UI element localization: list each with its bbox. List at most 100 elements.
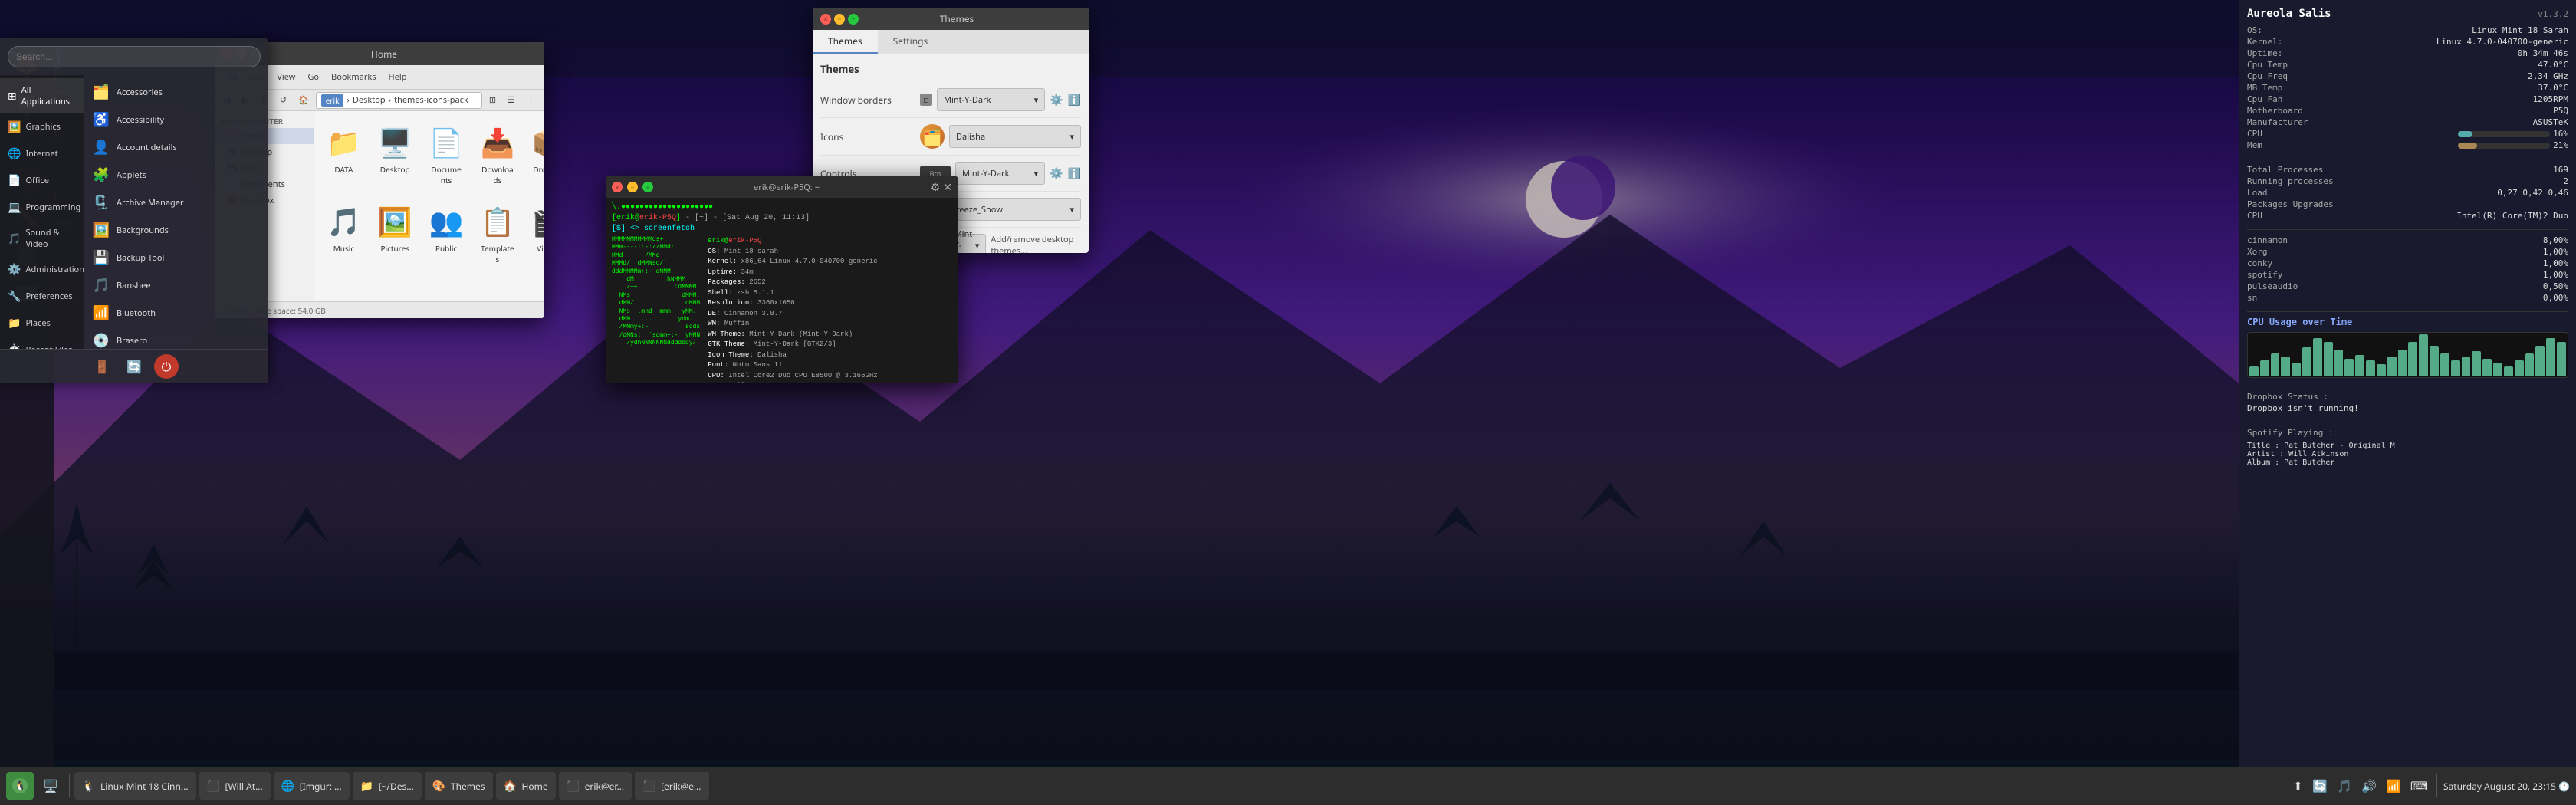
sysinfo-title: Aureola Salis v1.3.2 (2247, 8, 2568, 20)
taskbar-win-desktop[interactable]: 📁 [~/Des... (353, 772, 422, 800)
file-icon: 📥 (480, 123, 514, 161)
erik2-window-icon: ⬛ (642, 779, 656, 793)
app-banshee[interactable]: 🎵 Banshee (84, 271, 268, 299)
tray-icon-keyboard[interactable]: ⌨ (2408, 776, 2430, 796)
programming-label: Programming (25, 202, 80, 213)
terminal-body[interactable]: ╲.●●●●●●●●●●●●●●●●●●●● [erik@erik-P5Q] -… (606, 198, 958, 383)
fm-file-desktop[interactable]: 🖥️Desktop (373, 119, 417, 190)
tab-settings[interactable]: Settings (878, 30, 944, 54)
fm-file-data[interactable]: 📁DATA (322, 119, 366, 190)
terminal-settings-icon[interactable]: ⚙ (931, 180, 941, 195)
app-menu: ⊞ All Applications 🖼️ Graphics 🌐 Interne… (0, 38, 268, 383)
category-office[interactable]: 📄 Office (0, 167, 84, 194)
themes-minimize[interactable]: − (834, 14, 845, 25)
fm-more[interactable]: ⋮ (522, 91, 540, 110)
all-apps-icon: ⊞ (8, 89, 17, 104)
fm-file-public[interactable]: 👥Public (425, 198, 468, 269)
terminal-close[interactable]: ✕ (612, 182, 623, 192)
power-button[interactable]: ⏻ (154, 354, 179, 379)
will-window-icon: ⬛ (207, 779, 221, 793)
category-preferences[interactable]: 🔧 Preferences (0, 283, 84, 310)
chevron-icon: ▾ (1070, 131, 1074, 143)
cpu-label-key: CPU (2247, 129, 2262, 139)
file-icon: 🖼️ (378, 202, 412, 240)
mouse-selector[interactable]: Breeze_Snow ▾ (944, 198, 1081, 221)
taskbar-win-home[interactable]: 🏠 Home (496, 772, 556, 800)
taskbar-win-mint[interactable]: 🐧 Linux Mint 18 Cinn... (74, 772, 196, 800)
themes-maximize[interactable]: + (848, 14, 859, 25)
fm-view-list[interactable]: ☰ (503, 91, 520, 110)
spotify-section: Spotify Playing : Title : Pat Butcher - … (2247, 422, 2568, 467)
app-backgrounds[interactable]: 🖼️ Backgrounds (84, 216, 268, 244)
taskbar-win-imgur[interactable]: 🌐 [Imgur: ... (274, 772, 350, 800)
taskbar-win-will[interactable]: ⬛ [Will At... (199, 772, 271, 800)
fm-file-videos[interactable]: 🎬Videos (527, 198, 544, 269)
logout-button[interactable]: 🚪 (90, 354, 114, 379)
file-name: Downloads (480, 164, 514, 186)
prefs-label: Preferences (25, 291, 72, 302)
terminal-minimize[interactable]: − (627, 182, 638, 192)
app-account[interactable]: 👤 Account details (84, 133, 268, 161)
window-borders-selector[interactable]: Mint-Y-Dark ▾ (937, 88, 1045, 111)
add-remove-desktop-themes[interactable]: Add/remove desktop themes... (991, 234, 1081, 253)
terminal-maximize[interactable]: + (642, 182, 653, 192)
window-borders-gear-icon[interactable]: ⚙️ (1050, 93, 1063, 107)
tray-icon-volume[interactable]: 🔊 (2359, 776, 2379, 796)
cpu-chart-bar (2462, 356, 2471, 376)
fm-refresh[interactable]: ↺ (275, 91, 291, 110)
category-admin[interactable]: ⚙️ Administration (0, 256, 84, 283)
category-recent[interactable]: ⏱️ Recent Files (0, 337, 84, 349)
tray-icon-music[interactable]: 🎵 (2334, 776, 2354, 796)
controls-info-icon[interactable]: ℹ️ (1068, 166, 1081, 181)
app-backup[interactable]: 💾 Backup Tool (84, 244, 268, 271)
themes-close[interactable]: ✕ (820, 14, 831, 25)
app-menu-search-input[interactable] (8, 46, 261, 67)
taskbar-mint-menu[interactable]: 🐧 (6, 772, 34, 800)
programming-icon: 💻 (8, 200, 21, 215)
fm-view-icons[interactable]: ⊞ (485, 91, 501, 110)
controls-gear-icon[interactable]: ⚙️ (1050, 166, 1063, 181)
taskbar-win-erik2[interactable]: ⬛ [erik@e... (635, 772, 708, 800)
category-sound-video[interactable]: 🎵 Sound & Video (0, 221, 84, 256)
sysinfo-row-mbtemp: MB Temp37.0°C (2247, 82, 2568, 94)
tray-icon-up[interactable]: ⬆ (2291, 776, 2305, 796)
taskbar-win-themes[interactable]: 🎨 Themes (425, 772, 493, 800)
fm-menu-help[interactable]: Help (384, 68, 412, 87)
terminal-close-btn-icon[interactable]: ✕ (943, 180, 952, 195)
app-bluetooth[interactable]: 📶 Bluetooth (84, 299, 268, 327)
fm-file-dropbox[interactable]: 📦Dropbox (527, 119, 544, 190)
category-places[interactable]: 📁 Places (0, 310, 84, 337)
taskbar-win-erik1[interactable]: ⬛ erik@er... (559, 772, 632, 800)
fm-address-bar[interactable]: erik › Desktop › themes-icons-pack (316, 92, 482, 109)
taskbar-show-desktop[interactable]: 🖥️ (37, 772, 64, 800)
fm-file-downloads[interactable]: 📥 Downloads (475, 119, 519, 190)
restart-button[interactable]: 🔄 (122, 354, 146, 379)
fm-menu-bookmarks[interactable]: Bookmarks (327, 68, 380, 87)
fm-file-templates[interactable]: 📋Templates (475, 198, 519, 269)
fm-home[interactable]: 🏠 (294, 91, 314, 110)
category-internet[interactable]: 🌐 Internet (0, 140, 84, 167)
themes-titlebar: ✕ − + Themes (813, 8, 1089, 30)
category-programming[interactable]: 💻 Programming (0, 194, 84, 221)
app-archive-manager[interactable]: 🗜️ Archive Manager (84, 189, 268, 216)
fm-file-pictures[interactable]: 🖼️Pictures (373, 198, 417, 269)
controls-selector[interactable]: Mint-Y-Dark ▾ (955, 162, 1045, 185)
category-graphics[interactable]: 🖼️ Graphics (0, 113, 84, 140)
app-accessibility[interactable]: ♿ Accessibility (84, 106, 268, 133)
app-accessories[interactable]: 🗂️ Accessories (84, 78, 268, 106)
category-all-applications[interactable]: ⊞ All Applications (0, 78, 84, 113)
fm-file-documents[interactable]: 📄Documents (425, 119, 468, 190)
fm-file-music[interactable]: 🎵Music (322, 198, 366, 269)
tab-themes[interactable]: Themes (813, 30, 878, 54)
cpu-proc-spotify: spotify1,00% (2247, 269, 2568, 281)
app-applets[interactable]: 🧩 Applets (84, 161, 268, 189)
app-brasero[interactable]: 💿 Brasero (84, 327, 268, 349)
tray-icon-refresh[interactable]: 🔄 (2310, 776, 2330, 796)
cpu-chart-bar (2366, 360, 2375, 376)
fm-menu-view[interactable]: View (272, 68, 300, 87)
home-window-icon: 🏠 (504, 779, 518, 793)
icons-selector[interactable]: Dalisha ▾ (949, 125, 1081, 148)
fm-menu-go[interactable]: Go (303, 68, 324, 87)
window-borders-info-icon[interactable]: ℹ️ (1068, 93, 1081, 107)
tray-icon-network[interactable]: 📶 (2384, 776, 2404, 796)
